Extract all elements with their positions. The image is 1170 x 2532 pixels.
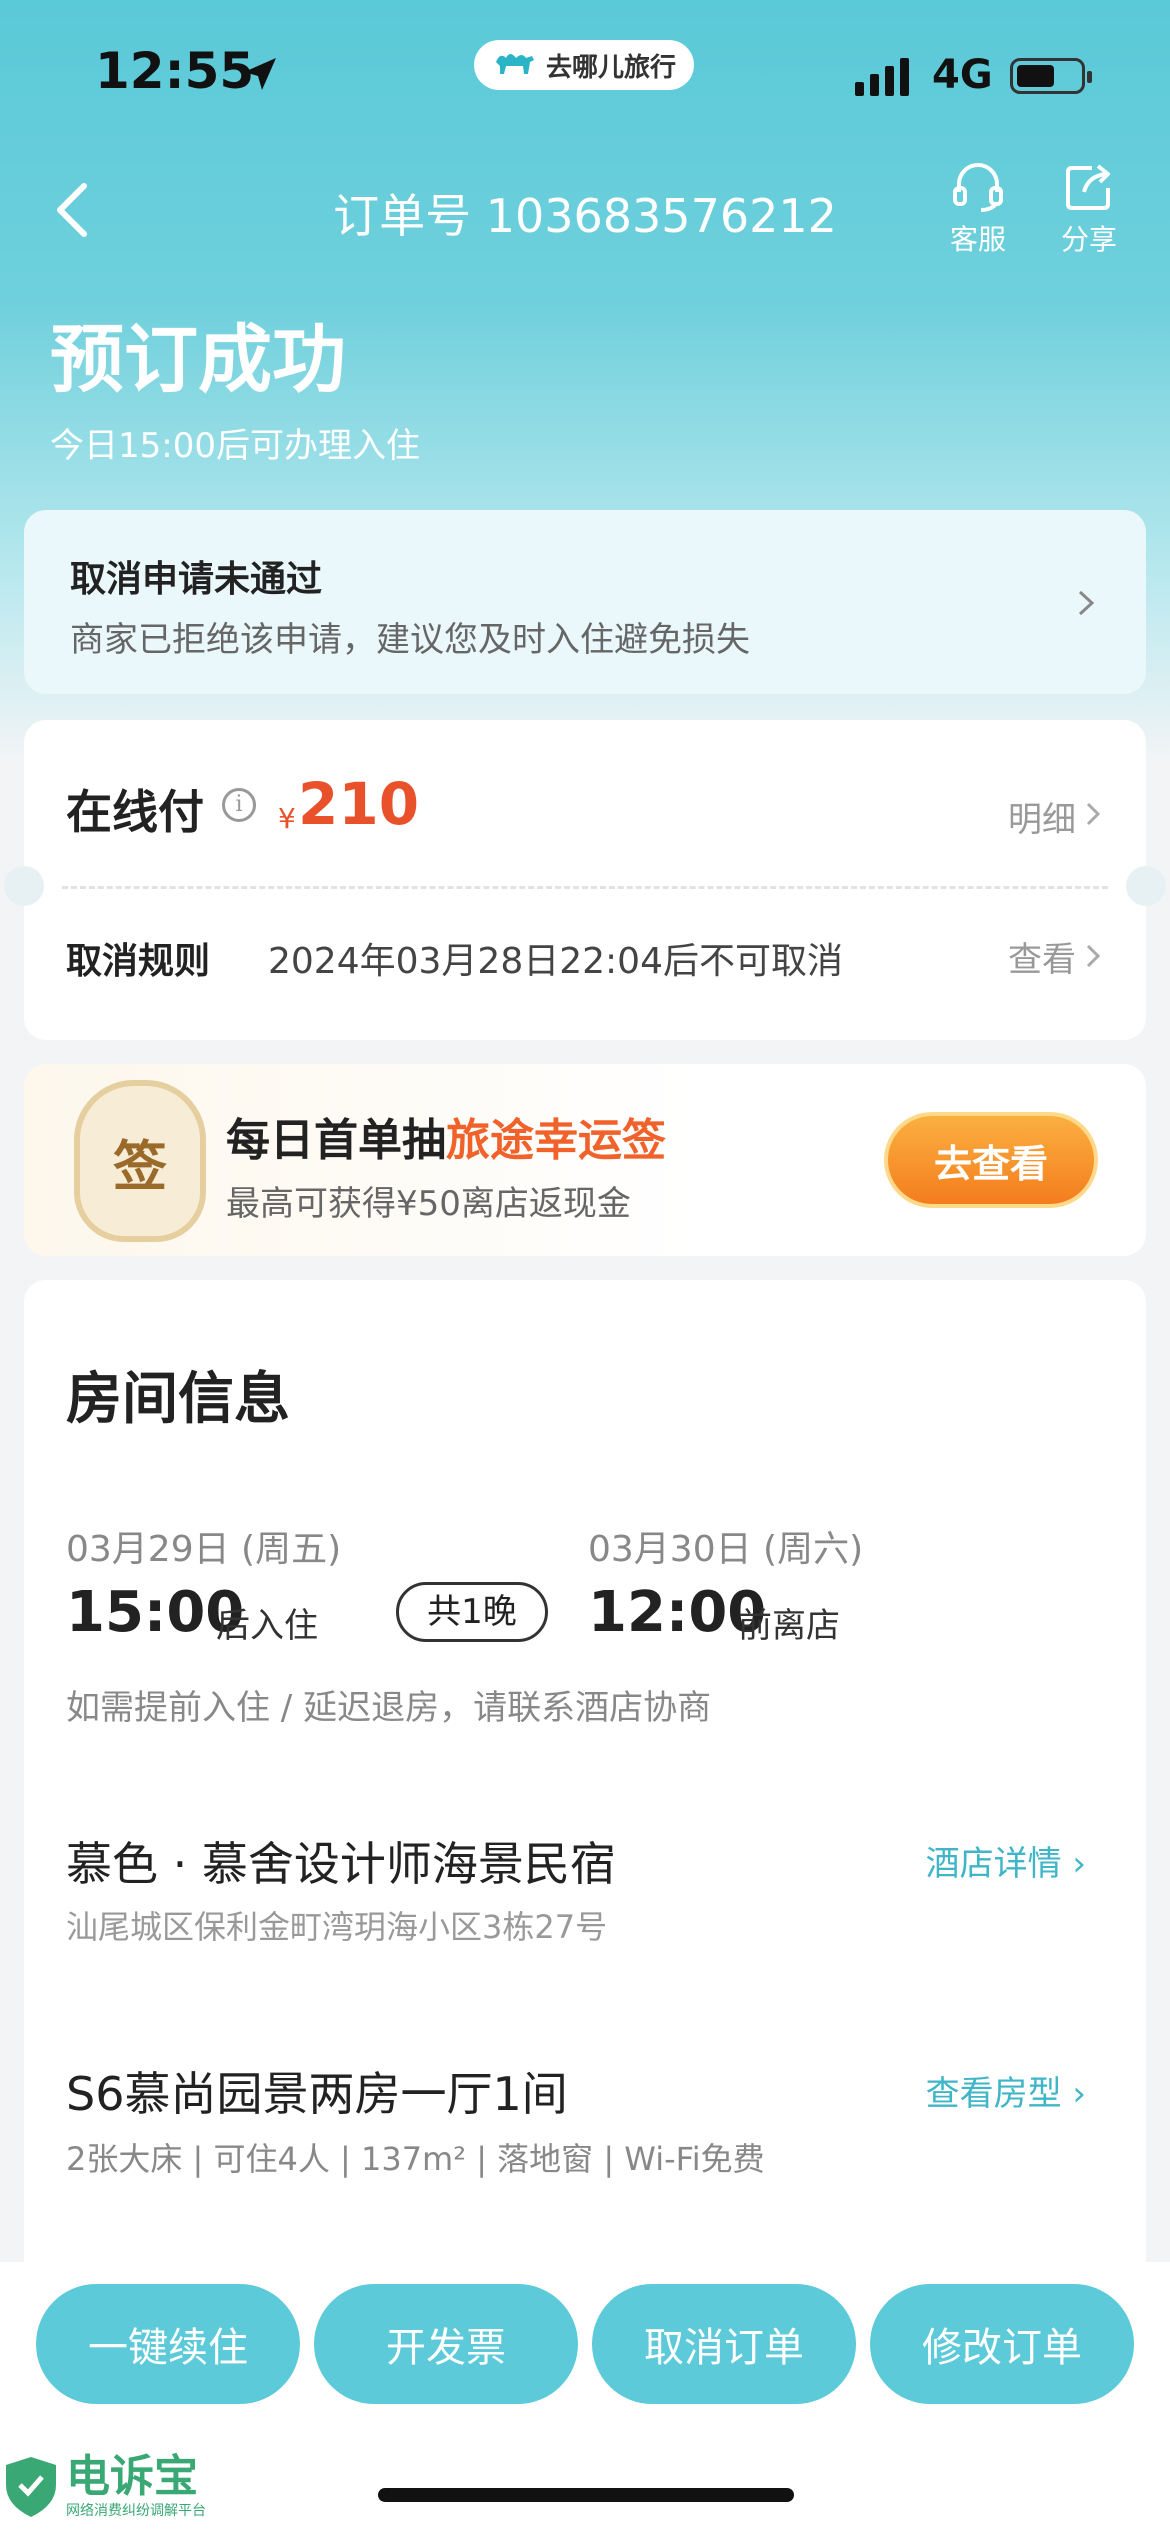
share-icon bbox=[1066, 164, 1110, 210]
badge-text: 签 bbox=[113, 1133, 167, 1198]
chevron-right-icon: › bbox=[1061, 1844, 1086, 1884]
lucky-sign-badge-icon: 签 bbox=[74, 1080, 206, 1242]
hotel-detail-label: 酒店详情 bbox=[925, 1844, 1062, 1884]
hotel-address: 汕尾城区保利金町湾玥海小区3栋27号 bbox=[66, 1908, 608, 1946]
checkin-hint: 今日15:00后可办理入住 bbox=[50, 426, 420, 466]
hotel-detail-link[interactable]: 酒店详情 › bbox=[926, 1836, 1086, 1885]
promo-title: 每日首单抽旅途幸运签 bbox=[226, 1104, 666, 1168]
share-button[interactable]: 分享 bbox=[1044, 162, 1134, 258]
room-info-card: 房间信息 03月29日 (周五) 15:00 后入住 共1晚 03月30日 (周… bbox=[24, 1280, 1146, 2280]
home-indicator bbox=[378, 2488, 794, 2502]
watermark-subtitle: 网络消费纠纷调解平台 bbox=[66, 2503, 206, 2519]
currency-symbol: ¥ bbox=[278, 802, 296, 835]
location-arrow-icon bbox=[244, 58, 276, 90]
signal-icon bbox=[855, 58, 909, 96]
modify-order-button[interactable]: 修改订单 bbox=[870, 2284, 1134, 2404]
info-icon[interactable]: i bbox=[222, 788, 256, 822]
headset-icon bbox=[953, 163, 1003, 212]
customer-service-label: 客服 bbox=[949, 223, 1006, 256]
room-attributes: 2张大床 | 可住4人 | 137m² | 落地窗 | Wi-Fi免费 bbox=[66, 2140, 765, 2178]
cancel-rule-view-link[interactable]: 查看 bbox=[1008, 932, 1076, 981]
payment-amount: 210 bbox=[298, 770, 420, 838]
ticket-notch bbox=[1126, 866, 1166, 906]
hotel-name: 慕色 · 慕舍设计师海景民宿 bbox=[66, 1837, 616, 1891]
payment-card: 在线付 i ¥ 210 明细 取消规则 2024年03月28日22:04后不可取… bbox=[4, 720, 1166, 1040]
nights-badge: 共1晚 bbox=[396, 1582, 548, 1642]
promo-subtitle: 最高可获得¥50离店返现金 bbox=[226, 1184, 631, 1224]
cancel-notice-desc: 商家已拒绝该申请，建议您及时入住避免损失 bbox=[70, 620, 750, 660]
camel-icon bbox=[495, 54, 534, 74]
chevron-right-icon bbox=[1086, 944, 1101, 968]
status-bar: 12:55 去哪儿旅行 4G bbox=[0, 0, 1170, 150]
share-label: 分享 bbox=[1060, 223, 1117, 256]
chevron-right-icon bbox=[1086, 802, 1101, 826]
shield-icon bbox=[6, 2457, 56, 2517]
brand-pill: 去哪儿旅行 bbox=[474, 40, 694, 90]
payment-label: 在线付 bbox=[66, 785, 204, 839]
cancel-order-button[interactable]: 取消订单 bbox=[592, 2284, 856, 2404]
chevron-right-icon: › bbox=[1061, 2074, 1086, 2114]
divider bbox=[62, 886, 1108, 889]
room-type-name: S6慕尚园景两房一厅1间 bbox=[66, 2067, 568, 2121]
cancel-notice-title: 取消申请未通过 bbox=[70, 559, 323, 600]
invoice-button[interactable]: 开发票 bbox=[314, 2284, 578, 2404]
early-checkin-note: 如需提前入住 / 延迟退房，请联系酒店协商 bbox=[66, 1688, 712, 1728]
booking-status-title: 预订成功 bbox=[50, 317, 346, 403]
cancel-rule-label: 取消规则 bbox=[66, 941, 211, 982]
room-info-heading: 房间信息 bbox=[66, 1367, 290, 1432]
watermark: 电诉宝 网络消费纠纷调解平台 bbox=[4, 2454, 206, 2520]
nav-bar: 订单号 103683576212 客服 分享 bbox=[0, 150, 1170, 270]
room-type-label: 查看房型 bbox=[925, 2074, 1062, 2114]
network-type: 4G bbox=[932, 52, 993, 98]
lucky-draw-promo-card[interactable]: 签 每日首单抽旅途幸运签 最高可获得¥50离店返现金 去查看 bbox=[24, 1064, 1146, 1256]
payment-detail-label: 明细 bbox=[1008, 800, 1076, 840]
cancel-rule-text: 2024年03月28日22:04后不可取消 bbox=[268, 941, 843, 982]
bottom-action-bar: 一键续住 开发票 取消订单 修改订单 电诉宝 网络消费纠纷调解平台 bbox=[0, 2262, 1170, 2532]
customer-service-button[interactable]: 客服 bbox=[933, 162, 1023, 258]
promo-title-highlight: 旅途幸运签 bbox=[446, 1115, 666, 1166]
checkout-suffix: 前离店 bbox=[738, 1606, 840, 1646]
checkin-date: 03月29日 (周五) bbox=[66, 1529, 342, 1570]
renew-stay-button[interactable]: 一键续住 bbox=[36, 2284, 300, 2404]
cancel-rule-view-label: 查看 bbox=[1008, 940, 1076, 980]
promo-title-prefix: 每日首单抽 bbox=[226, 1115, 446, 1166]
cancel-notice-card[interactable]: 取消申请未通过 商家已拒绝该申请，建议您及时入住避免损失 bbox=[24, 510, 1146, 694]
chevron-right-icon bbox=[1078, 590, 1095, 616]
room-type-link[interactable]: 查看房型 › bbox=[926, 2066, 1086, 2115]
battery-icon bbox=[1010, 58, 1092, 94]
ticket-notch bbox=[4, 866, 44, 906]
checkin-suffix: 后入住 bbox=[216, 1606, 318, 1646]
watermark-title: 电诉宝 bbox=[66, 2451, 198, 2502]
brand-name: 去哪儿旅行 bbox=[545, 52, 676, 83]
status-time: 12:55 bbox=[95, 42, 255, 100]
checkout-date: 03月30日 (周六) bbox=[588, 1529, 864, 1570]
promo-view-button[interactable]: 去查看 bbox=[884, 1112, 1098, 1208]
payment-detail-link[interactable]: 明细 bbox=[1008, 792, 1076, 841]
